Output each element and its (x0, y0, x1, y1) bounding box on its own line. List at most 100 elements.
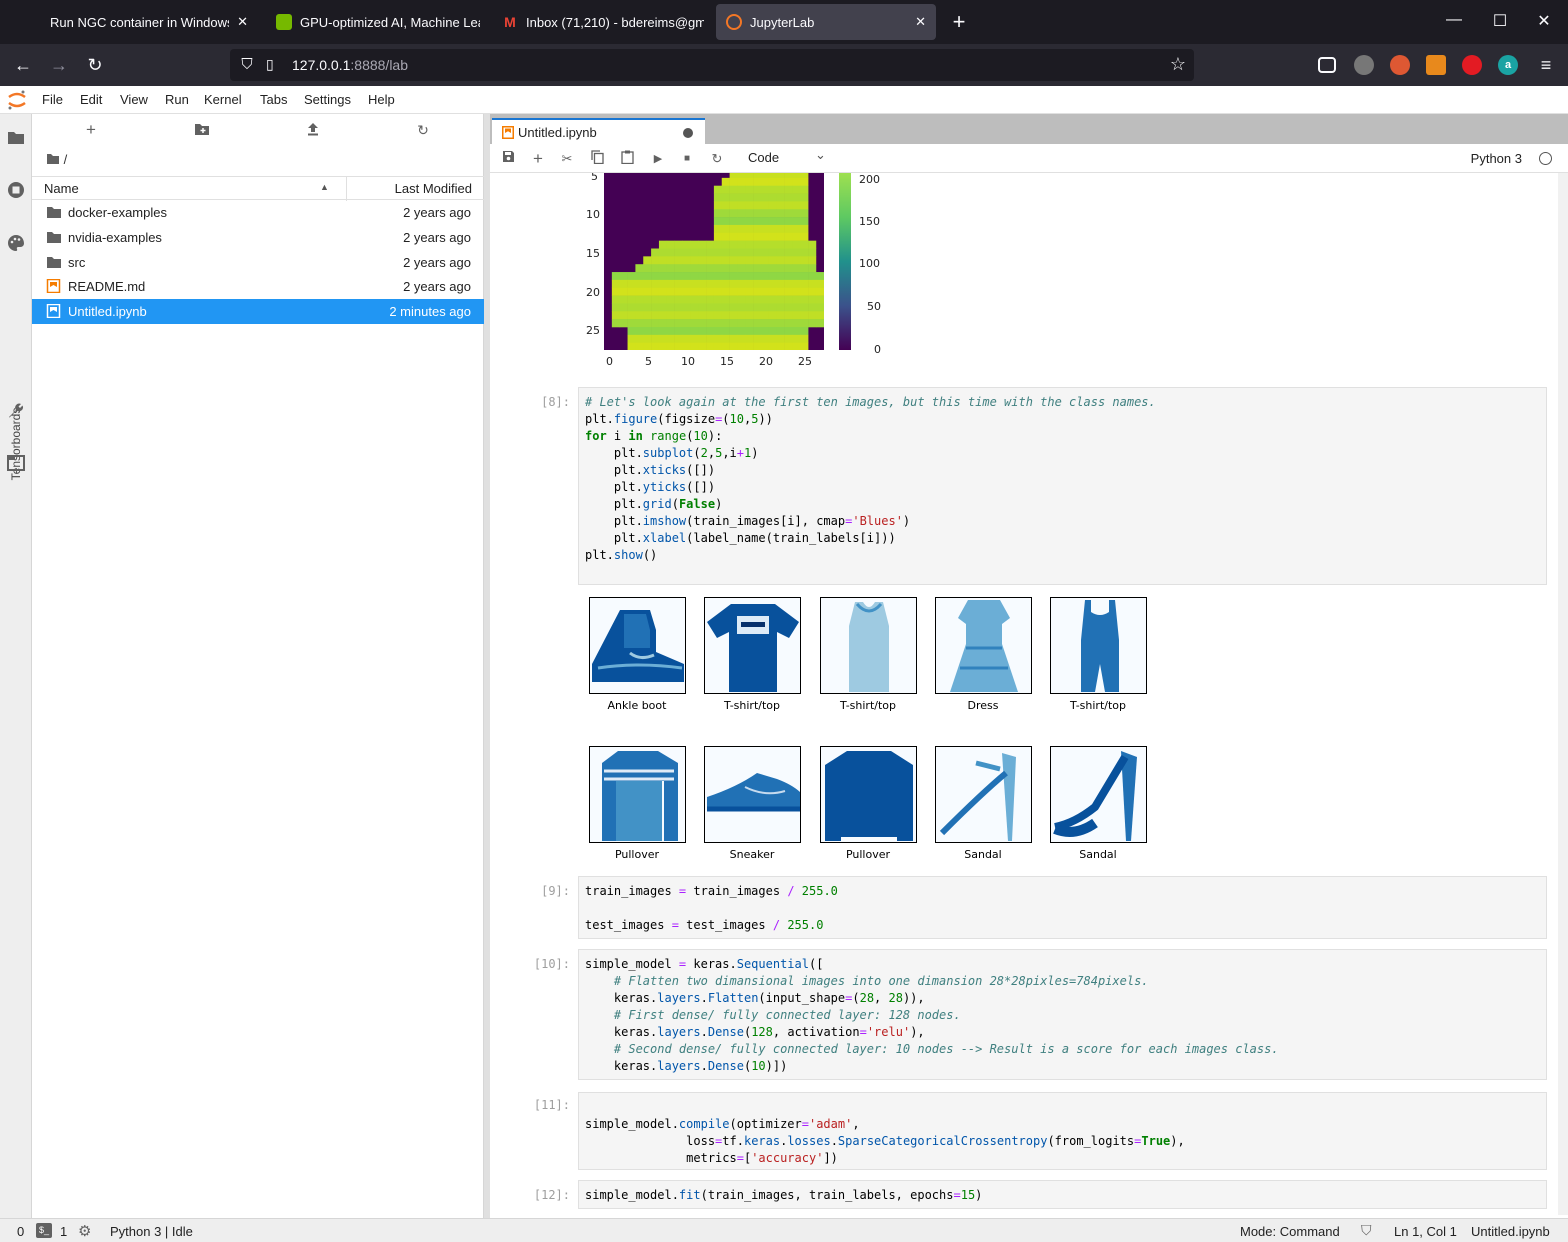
account-icon[interactable]: a (1498, 55, 1518, 75)
folder-icon[interactable] (6, 129, 26, 149)
heatmap-cell (713, 327, 723, 336)
close-icon[interactable]: ✕ (237, 14, 248, 30)
wrench-icon[interactable] (6, 402, 26, 422)
cursor-position[interactable]: Ln 1, Col 1 (1394, 1224, 1457, 1239)
breadcrumb-root[interactable]: / (64, 152, 68, 167)
code-cell-10[interactable]: simple_model = keras.Sequential([ # Flat… (578, 949, 1547, 1080)
shield-icon[interactable]: ⛉ (238, 56, 256, 74)
menu-edit[interactable]: Edit (80, 92, 102, 107)
save-icon[interactable] (499, 150, 517, 168)
code-cell-8[interactable]: # Let's look again at the first ten imag… (578, 387, 1547, 585)
heatmap-cell (776, 217, 785, 226)
code-editor[interactable]: # Let's look again at the first ten imag… (585, 394, 1540, 564)
heatmap-cell (627, 319, 636, 328)
sort-ascending-icon[interactable]: ▲ (320, 182, 329, 192)
code-cell-9[interactable]: train_images = train_images / 255.0 test… (578, 876, 1547, 939)
heatmap-cell (753, 173, 762, 179)
insert-cell-icon[interactable]: + (529, 150, 547, 168)
cell-type-select[interactable]: Code (748, 150, 779, 165)
notebook-tab[interactable]: Untitled.ipynb (492, 118, 705, 144)
paste-icon[interactable] (618, 150, 636, 168)
browser-tab-ngc[interactable]: Run NGC container in Windows 11 | ✕ (40, 4, 258, 40)
file-row-untitled-ipynb[interactable]: Untitled.ipynb 2 minutes ago (32, 299, 484, 324)
heatmap-cell (784, 303, 793, 312)
run-icon[interactable]: ▶ (649, 150, 667, 168)
new-launcher-button[interactable]: + (80, 120, 102, 139)
heatmap-cell (721, 295, 730, 304)
heatmap-cell (674, 303, 683, 312)
restart-icon[interactable]: ↻ (708, 150, 726, 168)
unsaved-dot-icon[interactable] (683, 128, 693, 138)
code-editor[interactable]: simple_model.compile(optimizer='adam', l… (585, 1099, 1540, 1167)
tabs-panel-icon[interactable] (6, 455, 26, 475)
terminal-icon[interactable]: $_ (36, 1223, 52, 1238)
kernel-name[interactable]: Python 3 (1471, 151, 1522, 166)
file-row-readme[interactable]: README.md 2 years ago (32, 274, 484, 299)
kernel-chip-icon[interactable]: ⚙ (78, 1222, 91, 1240)
code-cell-11[interactable]: simple_model.compile(optimizer='adam', l… (578, 1092, 1547, 1170)
maximize-icon[interactable]: ☐ (1490, 11, 1510, 31)
notebook-scrollbar[interactable] (1558, 173, 1568, 1215)
url-text[interactable]: 127.0.0.1:8888/lab (292, 57, 408, 73)
menu-help[interactable]: Help (368, 92, 395, 107)
upload-button[interactable] (302, 122, 324, 140)
column-name[interactable]: Name (44, 181, 79, 196)
chevron-down-icon[interactable]: ⌄ (815, 147, 826, 163)
menu-tabs[interactable]: Tabs (260, 92, 287, 107)
kernel-status[interactable]: Python 3 | Idle (110, 1224, 193, 1239)
heatmap-cell (745, 334, 754, 343)
column-last-modified[interactable]: Last Modified (395, 181, 472, 196)
reload-icon[interactable]: ↻ (83, 53, 107, 77)
heatmap-cell (768, 177, 777, 186)
back-icon[interactable]: ← (11, 53, 35, 77)
profile-extension-icon[interactable] (1354, 55, 1374, 75)
stop-icon[interactable]: ■ (678, 150, 696, 168)
heatmap-cell (800, 319, 809, 328)
menu-kernel[interactable]: Kernel (204, 92, 242, 107)
duckduckgo-icon[interactable] (1390, 55, 1410, 75)
window-close-icon[interactable]: ✕ (1534, 11, 1554, 31)
heatmap-cell (800, 248, 809, 257)
hamburger-menu-icon[interactable]: ≡ (1534, 53, 1558, 77)
code-editor[interactable]: simple_model = keras.Sequential([ # Flat… (585, 956, 1540, 1075)
heatmap-cell (721, 185, 730, 194)
terminal-count[interactable]: 0 (17, 1224, 24, 1239)
menu-settings[interactable]: Settings (304, 92, 351, 107)
running-kernels-icon[interactable] (6, 181, 26, 201)
menu-file[interactable]: File (42, 92, 63, 107)
minimize-icon[interactable]: — (1444, 11, 1464, 29)
menu-run[interactable]: Run (165, 92, 189, 107)
bookmark-star-icon[interactable]: ☆ (1170, 54, 1186, 75)
browser-tab-nvidia[interactable]: GPU-optimized AI, Machine Lea (266, 4, 490, 40)
new-folder-button[interactable] (191, 122, 213, 140)
address-bar[interactable]: ⛉ ▯ 127.0.0.1:8888/lab ☆ (230, 49, 1194, 81)
refresh-button[interactable]: ↻ (412, 122, 434, 140)
browser-tab-gmail[interactable]: M Inbox (71,210) - bdereims@gm (492, 4, 714, 40)
code-editor[interactable]: train_images = train_images / 255.0 test… (585, 883, 1540, 934)
extension-gear-icon[interactable] (1426, 55, 1446, 75)
file-row-docker-examples[interactable]: docker-examples 2 years ago (32, 200, 484, 225)
notebook-mode[interactable]: Mode: Command (1240, 1224, 1340, 1239)
heatmap-output: 5 10 15 20 25 0 5 10 15 20 25 200 150 10… (490, 173, 890, 373)
file-row-src[interactable]: src 2 years ago (32, 250, 484, 275)
forward-icon[interactable]: → (47, 53, 71, 77)
copy-icon[interactable] (588, 150, 606, 168)
heatmap-cell (713, 248, 723, 257)
shield-icon[interactable]: ⛉ (1361, 1222, 1372, 1239)
new-tab-button[interactable]: + (946, 9, 972, 35)
palette-icon[interactable] (6, 234, 26, 254)
heatmap-cell (745, 177, 754, 186)
close-icon[interactable]: ✕ (915, 14, 926, 30)
file-row-nvidia-examples[interactable]: nvidia-examples 2 years ago (32, 225, 484, 250)
code-editor[interactable]: simple_model.fit(train_images, train_lab… (585, 1187, 1540, 1204)
heatmap-cell (658, 248, 668, 257)
menu-view[interactable]: View (120, 92, 148, 107)
adblock-icon[interactable] (1462, 55, 1482, 75)
folder-icon[interactable] (46, 153, 60, 165)
kernel-count[interactable]: 1 (60, 1224, 67, 1239)
heatmap-cell (713, 217, 723, 226)
pocket-icon[interactable] (1318, 57, 1336, 73)
browser-tab-jupyterlab[interactable]: JupyterLab ✕ (716, 4, 936, 40)
code-cell-12[interactable]: simple_model.fit(train_images, train_lab… (578, 1180, 1547, 1209)
cut-icon[interactable]: ✂ (558, 150, 576, 168)
